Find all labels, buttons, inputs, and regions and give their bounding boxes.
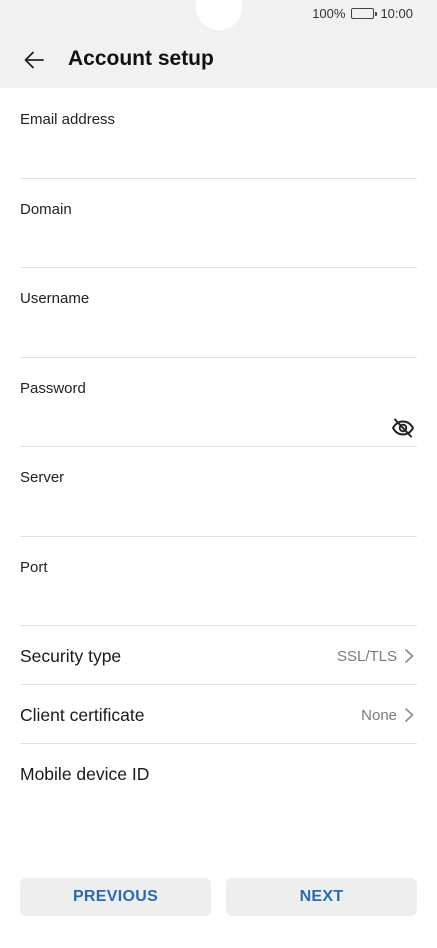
- status-indicators: 100% 10:00: [312, 6, 413, 21]
- port-field-group: Port: [20, 537, 417, 626]
- account-setup-screen: 100% 10:00 Account setup Email address D…: [0, 0, 437, 948]
- camera-notch: [196, 0, 242, 30]
- mobile-device-id-row[interactable]: Mobile device ID: [20, 744, 417, 803]
- client-certificate-label: Client certificate: [20, 705, 145, 725]
- domain-field[interactable]: [20, 230, 380, 258]
- email-field[interactable]: [20, 140, 380, 168]
- port-field[interactable]: [20, 588, 380, 616]
- page-title: Account setup: [68, 47, 214, 70]
- password-field-group: Password: [20, 358, 417, 447]
- server-field-group: Server: [20, 447, 417, 537]
- password-field[interactable]: [20, 409, 380, 437]
- email-field-group: Email address: [20, 88, 417, 179]
- arrow-left-icon[interactable]: [22, 48, 46, 72]
- chevron-right-icon: [405, 708, 414, 722]
- server-field[interactable]: [20, 498, 380, 526]
- status-bar: 100% 10:00: [0, 0, 437, 30]
- next-button[interactable]: NEXT: [226, 878, 417, 916]
- eye-off-icon[interactable]: [391, 416, 415, 440]
- username-field-group: Username: [20, 268, 417, 358]
- security-type-row[interactable]: Security type SSL/TLS: [20, 626, 417, 685]
- username-field[interactable]: [20, 319, 380, 347]
- mobile-device-id-label: Mobile device ID: [20, 764, 150, 784]
- chevron-right-icon: [405, 649, 414, 663]
- app-bar: Account setup: [0, 30, 437, 88]
- port-label: Port: [20, 559, 48, 576]
- username-label: Username: [20, 290, 90, 307]
- previous-button[interactable]: PREVIOUS: [20, 878, 211, 916]
- domain-label: Domain: [20, 201, 72, 218]
- security-type-value: SSL/TLS: [336, 648, 397, 665]
- clock: 10:00: [380, 6, 413, 21]
- domain-field-group: Domain: [20, 179, 417, 268]
- server-label: Server: [20, 469, 65, 486]
- password-label: Password: [20, 380, 86, 397]
- security-type-label: Security type: [20, 646, 122, 666]
- client-certificate-value: None: [361, 707, 397, 724]
- client-certificate-row[interactable]: Client certificate None: [20, 685, 417, 744]
- battery-icon: [351, 8, 378, 19]
- battery-percent: 100%: [312, 6, 346, 21]
- email-label: Email address: [20, 111, 116, 128]
